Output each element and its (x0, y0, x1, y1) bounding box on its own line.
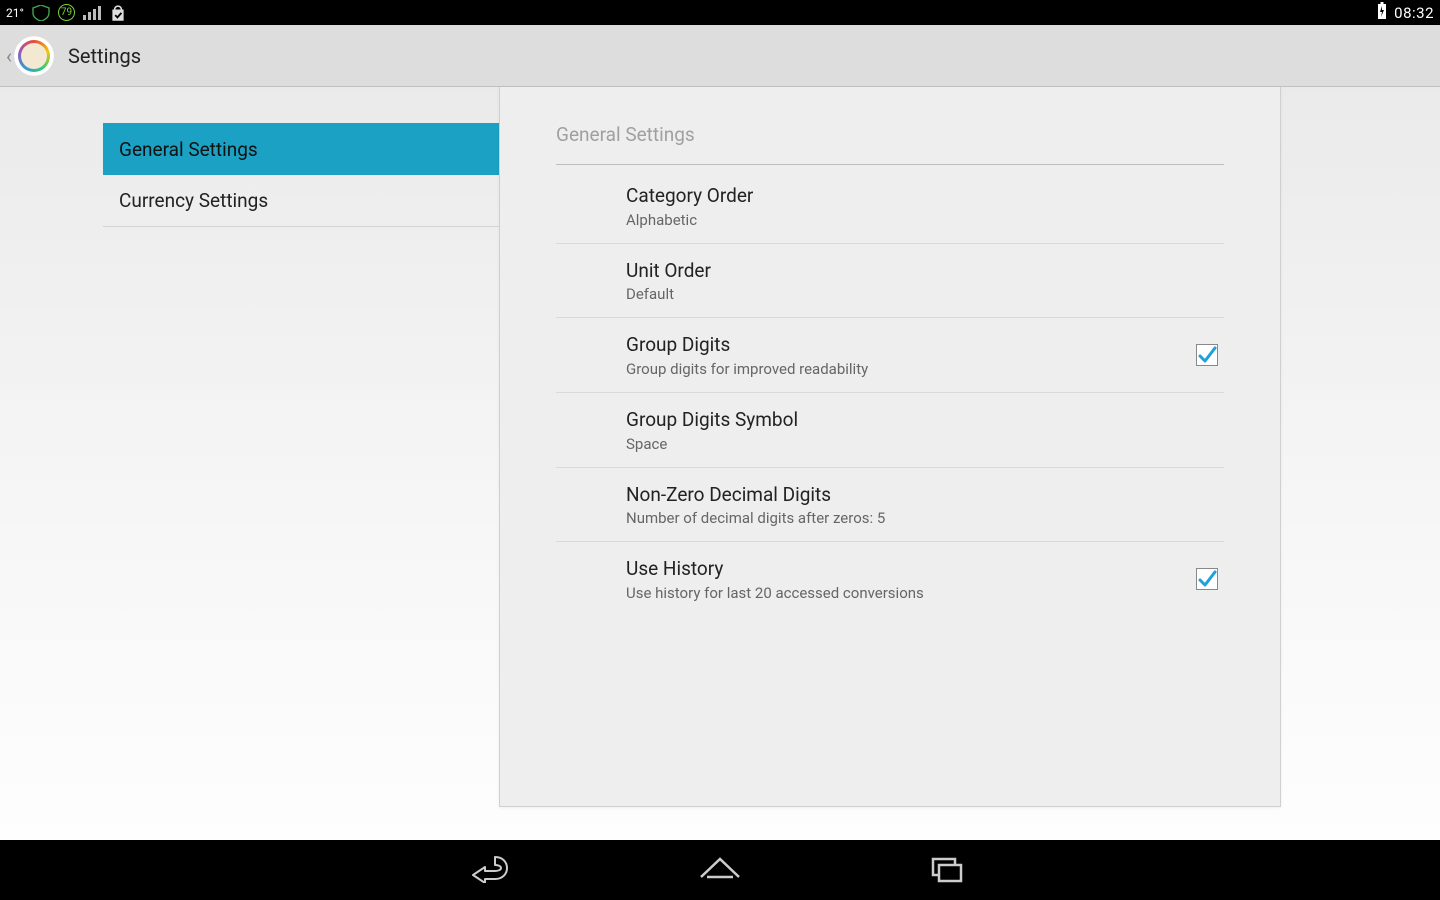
checkbox-use-history[interactable] (1196, 568, 1218, 590)
pref-subtitle: Number of decimal digits after zeros: 5 (626, 509, 1224, 527)
android-statusbar: 21° 79 08:32 (0, 0, 1440, 25)
statusbar-temperature: 21° (6, 6, 24, 20)
nav-recent-button[interactable] (923, 853, 969, 887)
battery-icon (1376, 2, 1388, 24)
nav-back-button[interactable] (471, 853, 517, 887)
app-icon[interactable] (14, 36, 54, 76)
pref-subtitle: Space (626, 435, 1224, 453)
pref-group-digits-symbol[interactable]: Group Digits Symbol Space (556, 393, 1224, 468)
pref-nonzero-decimal-digits[interactable]: Non-Zero Decimal Digits Number of decima… (556, 468, 1224, 543)
sidebar-item-label: General Settings (119, 138, 258, 161)
pref-use-history[interactable]: Use History Use history for last 20 acce… (556, 542, 1224, 616)
pref-title: Group Digits (626, 332, 1196, 358)
statusbar-clock: 08:32 (1394, 4, 1434, 22)
android-navbar (0, 840, 1440, 900)
page-title: Settings (68, 44, 141, 68)
pref-subtitle: Alphabetic (626, 211, 1224, 229)
checkbox-group-digits[interactable] (1196, 344, 1218, 366)
pref-category-order[interactable]: Category Order Alphabetic (556, 169, 1224, 244)
nav-home-button[interactable] (697, 853, 743, 887)
panel-header: General Settings (556, 123, 1224, 165)
pref-subtitle: Default (626, 285, 1224, 303)
pref-title: Unit Order (626, 258, 1224, 284)
pref-subtitle: Use history for last 20 accessed convers… (626, 584, 1196, 602)
sidebar-item-label: Currency Settings (119, 189, 268, 212)
sidebar-item-general-settings[interactable]: General Settings (103, 123, 499, 175)
actionbar: ‹ Settings (0, 25, 1440, 87)
pref-title: Use History (626, 556, 1196, 582)
pref-title: Category Order (626, 183, 1224, 209)
pref-subtitle: Group digits for improved readability (626, 360, 1196, 378)
pref-title: Group Digits Symbol (626, 407, 1224, 433)
bag-check-icon (109, 5, 127, 21)
settings-panel: General Settings Category Order Alphabet… (499, 87, 1281, 807)
pref-title: Non-Zero Decimal Digits (626, 482, 1224, 508)
pref-group-digits[interactable]: Group Digits Group digits for improved r… (556, 318, 1224, 393)
back-chevron-icon[interactable]: ‹ (6, 44, 12, 68)
pref-unit-order[interactable]: Unit Order Default (556, 244, 1224, 319)
badge-number: 79 (61, 7, 72, 18)
signal-icon (83, 6, 101, 20)
sidebar-item-currency-settings[interactable]: Currency Settings (103, 175, 499, 227)
circle-badge-icon: 79 (58, 4, 75, 21)
shield-icon (32, 5, 50, 21)
main-content: General Settings Currency Settings Gener… (0, 87, 1440, 840)
settings-sidebar: General Settings Currency Settings (103, 123, 499, 227)
